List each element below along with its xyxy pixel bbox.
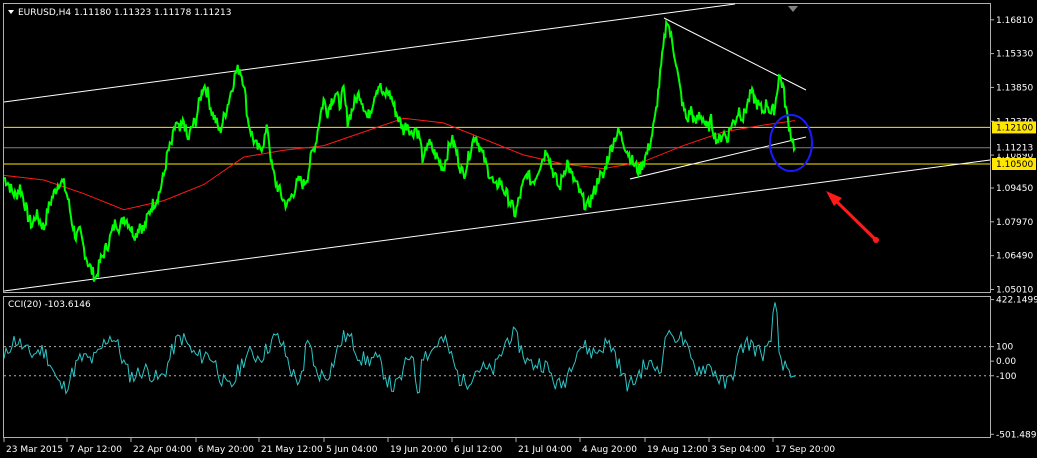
cci-axis-label: 0.00 [996,357,1016,367]
chart: EURUSD,H4 1.11180 1.11323 1.11178 1.1121… [0,0,1037,458]
time-axis-label: 21 Jul 04:00 [518,445,572,455]
price-axis-label: 1.09450 [996,184,1033,194]
cci-label: CCI(20) -103.6146 [8,300,91,310]
time-axis-label: 5 Jun 04:00 [326,445,378,455]
time-axis-label: 19 Jun 20:00 [390,445,447,455]
cci-axis-label: 422.1499 [996,296,1037,306]
chart-background [0,0,1037,458]
cci-axis-label: -501.489 [996,430,1037,440]
time-axis-label: 3 Sep 04:00 [711,445,766,455]
time-axis-label: 6 Jul 12:00 [454,445,503,455]
cci-axis-label: 100 [996,343,1013,353]
level-label: 1.10500 [996,160,1033,170]
cci-axis-label: -100 [996,372,1017,382]
time-axis-label: 17 Sep 20:00 [775,445,835,455]
price-axis-label: 1.13850 [996,83,1033,93]
price-axis-label: 1.07970 [996,218,1033,228]
time-axis-label: 6 May 20:00 [198,445,254,455]
time-axis-label: 19 Aug 12:00 [647,445,708,455]
price-axis-label: 1.06490 [996,252,1033,262]
time-axis-label: 21 May 12:00 [261,445,323,455]
level-label: 1.12100 [996,123,1033,133]
chart-header: EURUSD,H4 1.11180 1.11323 1.11178 1.1121… [18,8,231,18]
level-labels: 1.12100 1.11213 1.10500 [992,121,1036,170]
time-axis-label: 23 Mar 2015 [6,445,63,455]
price-axis-label: 1.15330 [996,50,1033,60]
price-axis-label: 1.16810 [996,16,1033,26]
time-axis-label: 22 Apr 04:00 [133,445,192,455]
price-axis-label: 1.05010 [996,285,1033,295]
level-label: 1.11213 [996,144,1033,154]
price-axis: 1.168101.153301.138501.123701.108901.094… [990,16,1033,295]
time-axis-label: 4 Aug 20:00 [582,445,637,455]
time-axis-label: 7 Apr 12:00 [69,445,122,455]
